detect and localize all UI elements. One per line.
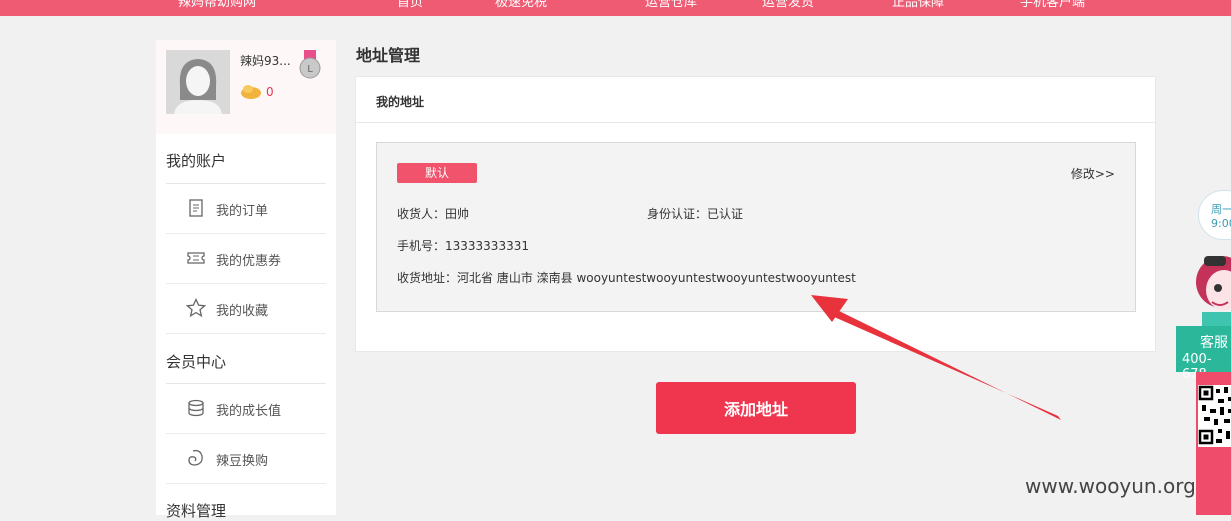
address-entry: 默认 修改>> 收货人：田帅 身份认证：已认证 手机号：13333333331 … xyxy=(376,142,1136,312)
coupon-icon xyxy=(186,248,206,268)
user-profile: 辣妈93... L 0 xyxy=(156,40,336,134)
service-hours-line1: 周一 xyxy=(1211,203,1231,216)
full-address: 收货地址：河北省 唐山市 滦南县 wooyuntestwooyuntestwoo… xyxy=(397,271,856,285)
sidebar-item-bean-exchange[interactable]: 辣豆换购 xyxy=(186,434,326,483)
beans-count: 0 xyxy=(266,85,274,99)
avatar[interactable] xyxy=(166,50,230,114)
default-badge: 默认 xyxy=(397,163,477,183)
nav-item-home-brand[interactable]: 辣妈帮幼购网 xyxy=(178,0,256,10)
section-title-member: 会员中心 xyxy=(166,353,227,371)
sidebar-item-label: 我的成长值 xyxy=(216,404,282,419)
card-header: 我的地址 xyxy=(356,77,1155,123)
service-contact[interactable]: 客服 400-678 xyxy=(1176,326,1231,382)
service-hours-line2: 9:00 xyxy=(1211,217,1231,230)
card-title: 我的地址 xyxy=(376,95,425,109)
mascot-icon xyxy=(1196,256,1231,328)
bean-coin-icon xyxy=(241,85,261,99)
watermark: www.wooyun.org xyxy=(1025,474,1196,498)
sidebar-item-coupons[interactable]: 我的优惠券 xyxy=(186,234,326,283)
sidebar-item-favorites[interactable]: 我的收藏 xyxy=(185,284,326,333)
service-hours-bubble: 周一 9:00 xyxy=(1198,190,1231,240)
receiver-name: 收货人：田帅 xyxy=(397,207,470,221)
section-title-profile-manage: 资料管理 xyxy=(166,502,227,520)
qr-code-icon xyxy=(1198,385,1231,447)
top-nav-bar: 辣妈帮幼购网 首页 极速免税 运营仓库 运营发货 正品保障 手机客户端 xyxy=(0,0,1231,16)
phone-number: 手机号：13333333331 xyxy=(397,239,529,253)
sidebar-item-label: 我的优惠券 xyxy=(216,254,282,269)
beans-balance: 0 xyxy=(240,82,274,102)
nav-item-warehouse[interactable]: 运营仓库 xyxy=(645,0,697,10)
level-medal-icon: L xyxy=(298,50,322,80)
add-address-button[interactable]: 添加地址 xyxy=(656,382,856,434)
edit-address-link[interactable]: 修改>> xyxy=(1071,165,1115,182)
section-title-account: 我的账户 xyxy=(166,152,227,170)
order-icon xyxy=(186,198,206,218)
divider xyxy=(166,483,326,484)
nav-item-home[interactable]: 首页 xyxy=(397,0,423,10)
nav-item-mobile-app[interactable]: 手机客户端 xyxy=(1020,0,1085,10)
growth-icon xyxy=(186,398,206,418)
star-icon xyxy=(185,297,207,318)
service-label: 客服 xyxy=(1200,335,1228,351)
nav-item-tax-free[interactable]: 极速免税 xyxy=(495,0,547,10)
address-card: 我的地址 默认 修改>> 收货人：田帅 身份认证：已认证 手机号：1333333… xyxy=(355,76,1156,352)
svg-text:L: L xyxy=(307,64,313,75)
sidebar: 辣妈93... L 0 我的账户 我的订单 我的优惠券 我的收藏 会员中心 我的… xyxy=(156,40,336,520)
sidebar-item-label: 我的订单 xyxy=(216,204,269,219)
id-verification-status: 身份认证：已认证 xyxy=(647,207,744,221)
username: 辣妈93... xyxy=(240,54,291,68)
customer-service-widget[interactable]: 周一 9:00 客服 400-678 xyxy=(1176,190,1231,515)
divider xyxy=(166,333,326,334)
nav-item-shipping[interactable]: 运营发货 xyxy=(762,0,814,10)
sidebar-item-label: 辣豆换购 xyxy=(216,454,269,469)
page-title: 地址管理 xyxy=(356,46,421,65)
bean-icon xyxy=(186,448,206,468)
sidebar-item-label: 我的收藏 xyxy=(216,304,269,319)
sidebar-item-orders[interactable]: 我的订单 xyxy=(186,184,326,233)
nav-item-genuine[interactable]: 正品保障 xyxy=(892,0,944,10)
sidebar-item-growth[interactable]: 我的成长值 xyxy=(186,384,326,433)
